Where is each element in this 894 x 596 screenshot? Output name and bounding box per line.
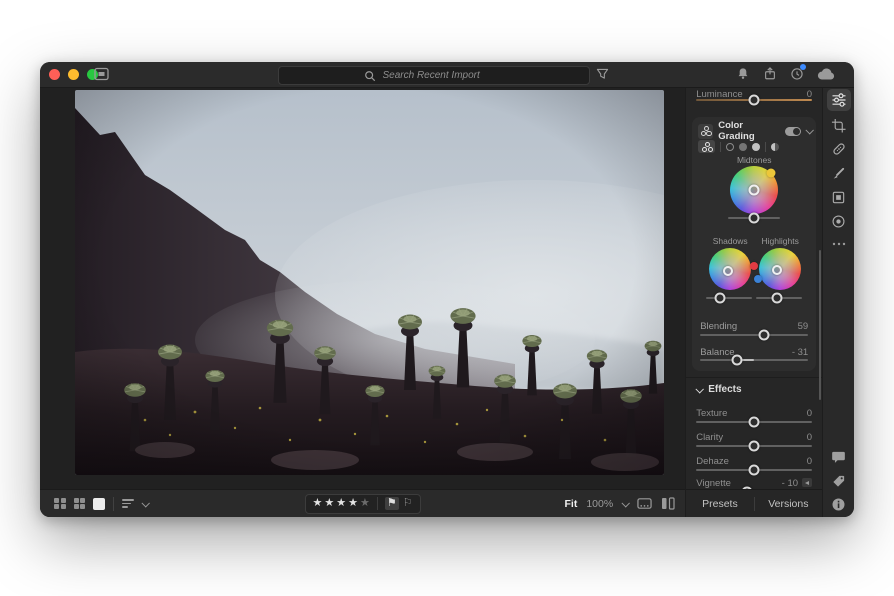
filmstrip-icon[interactable] (637, 497, 652, 510)
star-rating[interactable]: ★ ★ ★ ★ ★ (313, 498, 370, 509)
tab-highlights-icon[interactable] (752, 143, 760, 151)
star-icon-empty[interactable]: ★ (360, 498, 370, 509)
midtones-hue-dot[interactable] (767, 169, 776, 178)
reject-flag-icon[interactable]: ⚐ (403, 497, 413, 510)
luminance-slider[interactable] (696, 94, 812, 106)
dehaze-slider[interactable] (696, 464, 812, 476)
blending-slider[interactable] (700, 329, 808, 341)
healing-icon[interactable] (827, 138, 851, 160)
sort-icon[interactable] (122, 497, 134, 510)
shadows-wheel-knob[interactable] (723, 266, 733, 276)
edit-panel-scroll[interactable]: Luminance 0 Color Grading (686, 88, 822, 489)
frame-icon[interactable] (827, 186, 851, 208)
square-grid-icon[interactable] (74, 498, 86, 510)
crop-icon[interactable] (827, 114, 851, 136)
star-icon-filled[interactable]: ★ (324, 498, 334, 509)
search-input[interactable] (381, 69, 505, 82)
highlights-label: Highlights (750, 236, 810, 246)
detail-view-icon[interactable] (93, 498, 105, 510)
color-grading-card: Color Grading (692, 117, 816, 371)
minimize-button[interactable] (68, 69, 79, 80)
divider (720, 142, 721, 152)
filter-icon[interactable] (596, 68, 609, 80)
panel-scrollbar[interactable] (819, 250, 821, 400)
star-icon-filled[interactable]: ★ (313, 498, 323, 509)
color-grading-icon (698, 124, 713, 139)
texture-slider[interactable] (696, 416, 812, 428)
tab-shadows-icon[interactable] (726, 143, 734, 151)
versions-button[interactable]: Versions (755, 498, 822, 510)
midtones-wheel-knob[interactable] (749, 185, 760, 196)
effects-title: Effects (708, 384, 741, 395)
rating-pill: ★ ★ ★ ★ ★ ⚑ ⚐ (305, 494, 421, 514)
midtones-luminance-slider[interactable] (728, 212, 780, 224)
balance-slider[interactable] (700, 354, 808, 366)
photo-grid-icon[interactable] (54, 498, 66, 510)
radial-icon[interactable] (827, 210, 851, 232)
zoom-level[interactable]: 100% (586, 498, 613, 510)
color-grading-toggle[interactable] (785, 127, 801, 136)
edit-sliders-icon[interactable] (827, 89, 851, 111)
fit-button[interactable]: Fit (565, 498, 578, 510)
photo-grid-view-icon[interactable] (94, 67, 109, 81)
panel-footer: Presets Versions (686, 489, 822, 517)
pick-flag-icon[interactable]: ⚑ (385, 497, 399, 510)
sync-badge (800, 64, 806, 70)
color-grading-chevron-icon[interactable] (806, 126, 814, 134)
photo-canvas[interactable] (75, 90, 664, 475)
titlebar (40, 62, 854, 88)
more-tools-icon[interactable] (827, 233, 851, 255)
zoom-chevron-icon[interactable] (622, 499, 630, 507)
before-after-icon[interactable] (661, 497, 675, 510)
cloud-activity-icon[interactable] (790, 66, 804, 81)
info-icon[interactable] (827, 493, 851, 515)
clarity-slider[interactable] (696, 440, 812, 452)
search-icon (364, 70, 376, 82)
vignette-slider[interactable] (696, 486, 812, 489)
cloud-icon[interactable] (817, 67, 836, 81)
tab-global-icon[interactable] (771, 143, 779, 151)
edit-panel: Luminance 0 Color Grading (685, 88, 822, 517)
divider (686, 377, 822, 378)
share-icon[interactable] (763, 66, 777, 81)
midtones-label: Midtones (692, 155, 816, 165)
color-grading-tabs (698, 140, 779, 153)
lightroom-window: ★ ★ ★ ★ ★ ⚑ ⚐ Fit 100% (40, 62, 854, 517)
divider (113, 497, 114, 511)
tab-3way-icon[interactable] (698, 140, 715, 153)
keyword-tag-icon[interactable] (827, 470, 851, 492)
highlights-hue-dot[interactable] (754, 275, 762, 283)
presets-button[interactable]: Presets (686, 498, 753, 510)
effects-chevron-icon[interactable] (696, 385, 704, 393)
highlights-wheel-knob[interactable] (772, 265, 782, 275)
star-icon-filled[interactable]: ★ (336, 498, 346, 509)
comments-icon[interactable] (827, 446, 851, 468)
bottom-toolbar: ★ ★ ★ ★ ★ ⚑ ⚐ Fit 100% (40, 489, 685, 517)
sort-chevron-icon[interactable] (141, 499, 149, 507)
tool-rail (822, 88, 854, 517)
divider (765, 142, 766, 152)
brush-icon[interactable] (827, 162, 851, 184)
effects-header[interactable]: Effects (696, 384, 741, 395)
color-grading-title: Color Grading (718, 120, 780, 142)
traffic-lights (49, 69, 98, 80)
tab-midtones-icon[interactable] (739, 143, 747, 151)
shadows-luminance-slider[interactable] (706, 292, 752, 304)
close-button[interactable] (49, 69, 60, 80)
highlights-luminance-slider[interactable] (756, 292, 802, 304)
shadows-hue-dot[interactable] (750, 262, 758, 270)
photo-viewport (40, 88, 685, 489)
notifications-bell-icon[interactable] (736, 66, 750, 81)
search-bar[interactable] (278, 66, 590, 85)
star-icon-filled[interactable]: ★ (348, 498, 358, 509)
